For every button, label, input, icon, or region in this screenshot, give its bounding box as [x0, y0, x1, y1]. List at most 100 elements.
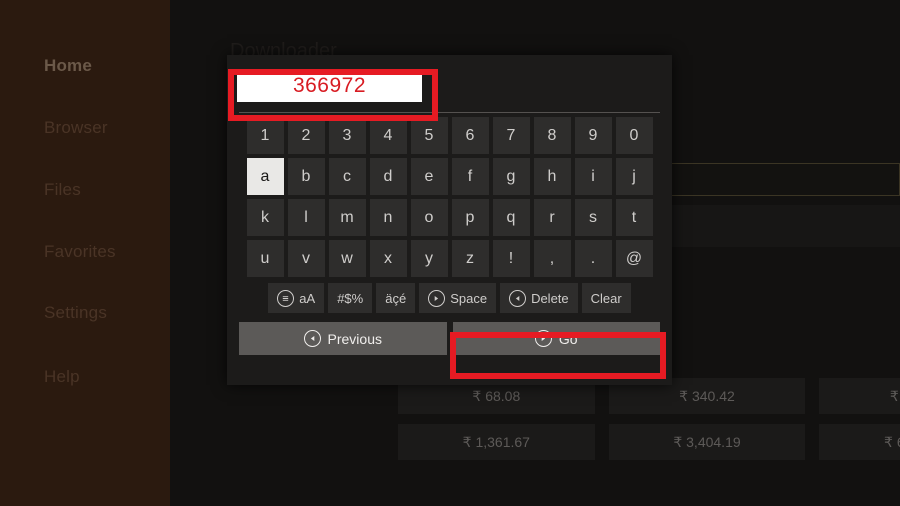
fnkey-label: äçé: [385, 290, 407, 306]
key-@[interactable]: @: [615, 240, 653, 277]
key-label: q: [506, 208, 516, 226]
key-x[interactable]: x: [369, 240, 407, 277]
key-label: d: [383, 167, 393, 185]
key-label: c: [343, 167, 351, 185]
keyboard-row: 1 2 3 4 5 6 7 8 9 0: [227, 117, 672, 154]
key-label: h: [547, 167, 557, 185]
sidebar-item-label: Home: [44, 56, 93, 75]
key-label: 7: [506, 126, 516, 144]
fnkey-label: aA: [299, 290, 316, 306]
key-e[interactable]: e: [410, 158, 448, 195]
key-u[interactable]: u: [246, 240, 284, 277]
fnkey-label: Space: [450, 290, 488, 306]
go-button[interactable]: Go: [452, 322, 660, 355]
sidebar-item-favorites[interactable]: Favorites: [44, 242, 116, 262]
key-b[interactable]: b: [287, 158, 325, 195]
key-2[interactable]: 2: [287, 117, 325, 154]
keyboard-keys: 1 2 3 4 5 6 7 8 9 0 a b c d e f g h i j k l m n o p q r s t u v w x y z!,. @: [227, 117, 672, 277]
donation-amount-label: ₹ 340.42: [679, 387, 735, 404]
keyboard-input-area: 366972: [227, 55, 672, 113]
sidebar-item-files[interactable]: Files: [44, 180, 81, 200]
donation-buttons-grid: ₹ 68.08 ₹ 340.42 ₹ 680.84 ₹ 1,361.67 ₹ 3,404…: [398, 378, 900, 460]
donation-amount-button[interactable]: ₹ 680.84: [819, 378, 900, 414]
key-h[interactable]: h: [533, 158, 571, 195]
keyboard-dialog: 366972 1 2 3 4 5 6 7 8 9 0 a b c d e f g h i j k l m n o p q r s t u v w…: [227, 55, 672, 385]
key-label: 6: [465, 126, 475, 144]
fnkey-label: Delete: [531, 290, 569, 306]
key-m[interactable]: m: [328, 199, 366, 236]
key-label: 2: [301, 126, 311, 144]
key-![interactable]: !: [492, 240, 530, 277]
input-underline: [239, 112, 660, 113]
key-j[interactable]: j: [615, 158, 653, 195]
key-d[interactable]: d: [369, 158, 407, 195]
key-label: x: [384, 249, 392, 267]
donation-amount-button[interactable]: ₹ 6,500.00: [819, 424, 900, 460]
keyboard-function-row: aA #$% äçé Space Delete Clear: [227, 283, 672, 313]
sidebar: Home Browser Files Favorites Settings Help: [0, 0, 170, 506]
key-n[interactable]: n: [369, 199, 407, 236]
key-v[interactable]: v: [287, 240, 325, 277]
key-z[interactable]: z: [451, 240, 489, 277]
key-t[interactable]: t: [615, 199, 653, 236]
donation-amount-button[interactable]: ₹ 3,404.19: [608, 424, 806, 460]
key-8[interactable]: 8: [533, 117, 571, 154]
key-label: ,: [549, 249, 555, 267]
fnkey--button[interactable]: äçé: [376, 283, 416, 313]
key-w[interactable]: w: [328, 240, 366, 277]
key-label: n: [383, 208, 393, 226]
key-r[interactable]: r: [533, 199, 571, 236]
fnkey-delete-button[interactable]: Delete: [500, 283, 578, 313]
key-0[interactable]: 0: [615, 117, 653, 154]
key-7[interactable]: 7: [492, 117, 530, 154]
key-label: e: [424, 167, 434, 185]
key-p[interactable]: p: [451, 199, 489, 236]
key-4[interactable]: 4: [369, 117, 407, 154]
key-a[interactable]: a: [246, 158, 284, 195]
key-label: r: [549, 208, 555, 226]
key-o[interactable]: o: [410, 199, 448, 236]
previous-button[interactable]: Previous: [239, 322, 447, 355]
fnkey-clear-button[interactable]: Clear: [581, 283, 631, 313]
keyboard-input-value: 366972: [292, 74, 367, 97]
key-k[interactable]: k: [246, 199, 284, 236]
key-f[interactable]: f: [451, 158, 489, 195]
key-6[interactable]: 6: [451, 117, 489, 154]
key-.[interactable]: .: [574, 240, 612, 277]
arrow-right-circle-icon: [428, 289, 446, 307]
sidebar-item-label: Favorites: [44, 242, 116, 261]
key-label: o: [424, 208, 434, 226]
arrow-right-circle-icon: [534, 330, 552, 347]
key-l[interactable]: l: [287, 199, 325, 236]
fnkey--button[interactable]: #$%: [328, 283, 373, 313]
key-label: w: [341, 249, 353, 267]
key-,[interactable]: ,: [533, 240, 571, 277]
sidebar-item-settings[interactable]: Settings: [44, 303, 107, 323]
key-1[interactable]: 1: [246, 117, 284, 154]
sidebar-item-label: Browser: [44, 118, 108, 137]
key-g[interactable]: g: [492, 158, 530, 195]
key-9[interactable]: 9: [574, 117, 612, 154]
key-label: p: [465, 208, 475, 226]
key-label: .: [590, 249, 596, 267]
fnkey-space-button[interactable]: Space: [419, 283, 497, 313]
fnkey-aa-button[interactable]: aA: [268, 283, 325, 313]
key-c[interactable]: c: [328, 158, 366, 195]
sidebar-item-label: Files: [44, 180, 81, 199]
key-label: 0: [629, 126, 639, 144]
key-label: b: [301, 167, 311, 185]
key-q[interactable]: q: [492, 199, 530, 236]
donation-amount-button[interactable]: ₹ 1,361.67: [398, 424, 595, 460]
arrow-left-circle-icon: [303, 330, 321, 347]
key-5[interactable]: 5: [410, 117, 448, 154]
sidebar-item-browser[interactable]: Browser: [44, 118, 108, 138]
key-i[interactable]: i: [574, 158, 612, 195]
sidebar-item-home[interactable]: Home: [44, 56, 92, 76]
keyboard-text-input[interactable]: 366972: [237, 70, 422, 102]
donation-amount-label: ₹ 68.08: [472, 387, 521, 404]
go-button-label: Go: [558, 330, 578, 347]
sidebar-item-help[interactable]: Help: [44, 367, 80, 387]
key-s[interactable]: s: [574, 199, 612, 236]
key-3[interactable]: 3: [328, 117, 366, 154]
key-y[interactable]: y: [410, 240, 448, 277]
